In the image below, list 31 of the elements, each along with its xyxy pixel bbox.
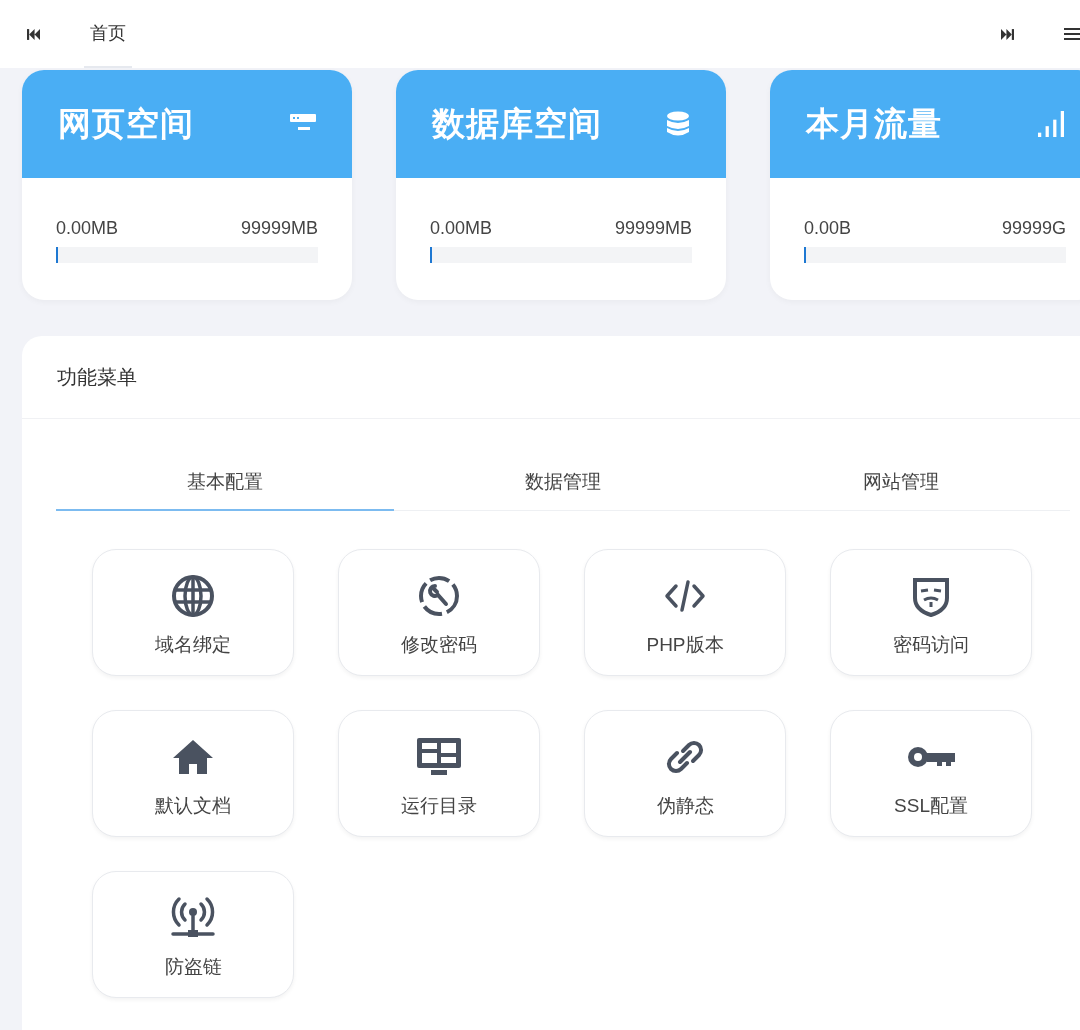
globe-icon (171, 573, 215, 618)
menu-item-button[interactable]: 域名绑定 (92, 549, 294, 676)
home-tab[interactable]: 首页 (84, 0, 132, 68)
stat-title: 数据库空间 (432, 103, 602, 144)
skip-back-icon[interactable] (27, 28, 40, 40)
menu-tab[interactable]: 基本配置 (56, 455, 394, 511)
panel-title: 功能菜单 (57, 364, 137, 390)
stat-title: 本月流量 (806, 103, 942, 144)
antenna-icon (169, 895, 217, 940)
signal-bars-icon (1038, 111, 1064, 137)
stat-title: 网页空间 (58, 103, 194, 144)
used-value: 0.00MB (56, 218, 119, 239)
total-value: 99999G (1001, 218, 1066, 239)
menu-icon[interactable] (1064, 28, 1080, 40)
menu-item-button[interactable]: 密码访问 (830, 549, 1032, 676)
menu-item-button[interactable]: 默认文档 (92, 710, 294, 837)
wrench-icon (417, 573, 461, 618)
menu-tab[interactable]: 网站管理 (732, 455, 1070, 511)
total-value: 99999MB (240, 218, 318, 239)
menu-item-button[interactable]: SSL配置 (830, 710, 1032, 837)
menu-item-button[interactable]: 伪静态 (584, 710, 786, 837)
used-value: 0.00MB (430, 218, 493, 239)
menu-item-button[interactable]: 运行目录 (338, 710, 540, 837)
total-value: 99999MB (614, 218, 692, 239)
database-icon (666, 111, 690, 137)
skip-forward-icon[interactable] (1001, 28, 1014, 40)
menu-item-button[interactable]: 修改密码 (338, 549, 540, 676)
used-value: 0.00B (804, 218, 852, 239)
menu-tab[interactable]: 数据管理 (394, 455, 732, 511)
menu-item-button[interactable]: 防盗链 (92, 871, 294, 998)
menu-item-button[interactable]: PHP版本 (584, 549, 786, 676)
